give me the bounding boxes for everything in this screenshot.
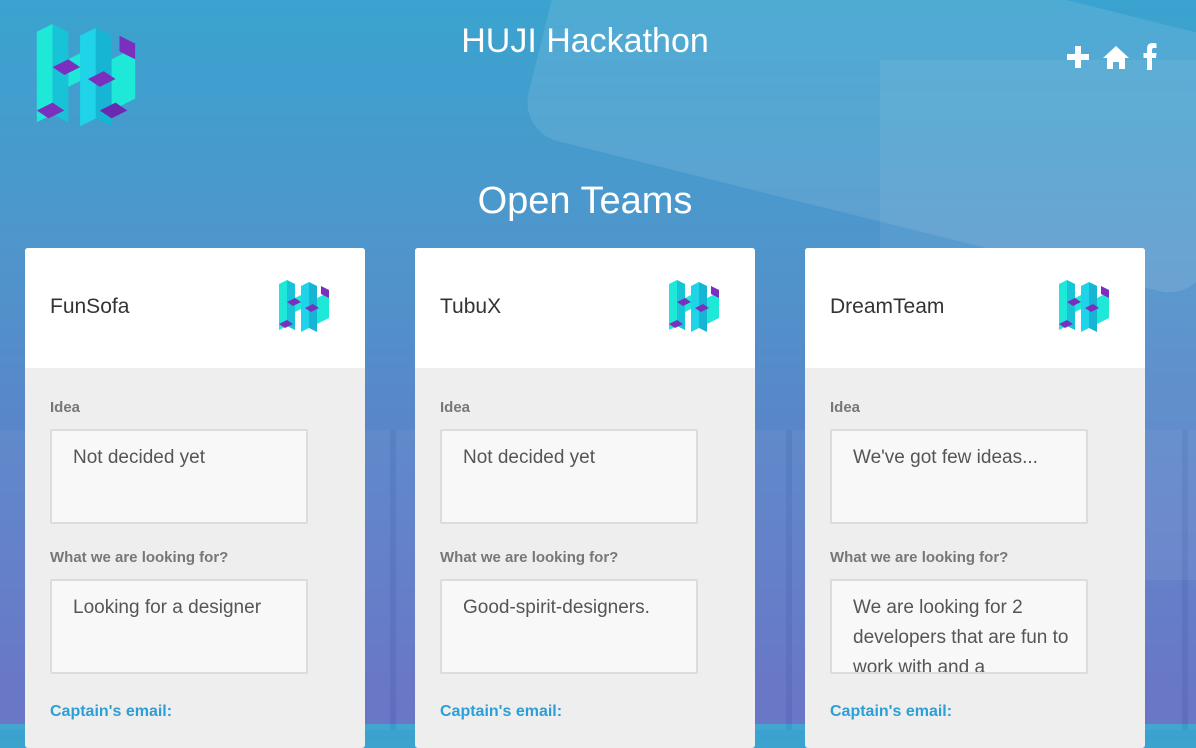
idea-field[interactable]: We've got few ideas... (830, 429, 1088, 524)
idea-label: Idea (50, 399, 81, 416)
idea-field[interactable]: Not decided yet (50, 429, 308, 524)
team-name: DreamTeam (830, 295, 945, 318)
captain-email-label: Captain's email: (50, 703, 173, 720)
header-nav (1066, 42, 1158, 72)
team-name: TubuX (440, 295, 502, 318)
team-card: DreamTeam Idea We've got few ideas... Wh… (805, 248, 1145, 748)
site-title: HUJI Hackathon (461, 22, 709, 60)
looking-for-label: What we are looking for? (50, 549, 229, 566)
card-header: DreamTeam (805, 248, 1145, 368)
home-icon[interactable] (1102, 42, 1130, 72)
idea-field[interactable]: Not decided yet (440, 429, 698, 524)
team-card: TubuX Idea Not decided yet What we are l… (415, 248, 755, 748)
captain-email-label: Captain's email: (830, 703, 953, 720)
page-title: Open Teams (477, 180, 693, 222)
team-logo-icon (279, 280, 329, 332)
looking-for-label: What we are looking for? (830, 549, 1009, 566)
team-name: FunSofa (50, 295, 130, 318)
looking-for-field[interactable]: We are looking for 2 developers that are… (830, 579, 1088, 674)
looking-for-label: What we are looking for? (440, 549, 619, 566)
card-header: TubuX (415, 248, 755, 368)
captain-email-label: Captain's email: (440, 703, 563, 720)
looking-for-field[interactable]: Looking for a designer (50, 579, 308, 674)
looking-for-field[interactable]: Good-spirit-designers. (440, 579, 698, 674)
team-logo-icon (669, 280, 719, 332)
plus-icon[interactable] (1066, 42, 1090, 72)
team-card: FunSofa Idea Not decided yet What we are… (25, 248, 365, 748)
facebook-icon[interactable] (1142, 42, 1158, 72)
card-header: FunSofa (25, 248, 365, 368)
idea-label: Idea (830, 399, 861, 416)
idea-label: Idea (440, 399, 471, 416)
team-logo-icon (1059, 280, 1109, 332)
